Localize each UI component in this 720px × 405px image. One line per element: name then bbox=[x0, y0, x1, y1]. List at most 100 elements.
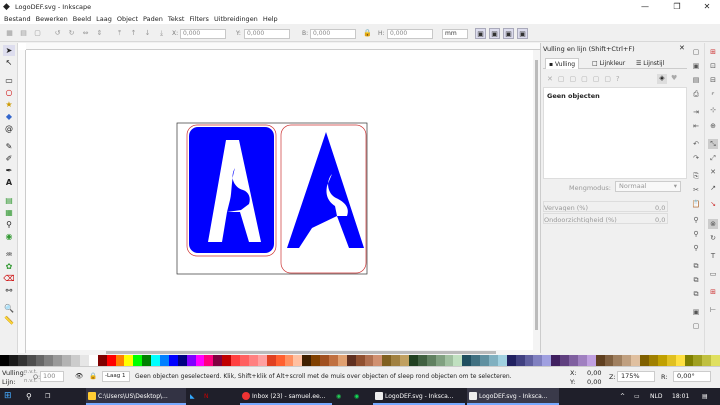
raise-to-top-icon[interactable]: ⤒ bbox=[114, 28, 125, 39]
pencil-tool-icon[interactable]: ✐ bbox=[3, 153, 15, 164]
palette-swatch[interactable] bbox=[240, 355, 249, 366]
unlink-clone-icon[interactable]: ⧉ bbox=[691, 289, 701, 299]
menu-tekst[interactable]: Tekst bbox=[168, 15, 185, 23]
palette-swatch[interactable] bbox=[44, 355, 54, 366]
transform-patterns-icon[interactable]: ▣ bbox=[517, 28, 528, 39]
palette-swatch[interactable] bbox=[257, 355, 267, 366]
palette-swatch[interactable] bbox=[35, 355, 45, 366]
palette-swatch[interactable] bbox=[133, 355, 143, 366]
zoom-page-icon[interactable]: ⚲ bbox=[691, 243, 701, 253]
unit-select[interactable]: mm bbox=[442, 29, 468, 39]
taskbar-item-chrome[interactable]: Inbox (23) - samuel.ee... bbox=[240, 388, 332, 405]
save-icon[interactable]: ▤ bbox=[691, 75, 701, 85]
tab-vulling[interactable]: ▪ Vulling bbox=[545, 58, 580, 69]
selector-tool-icon[interactable]: ➤ bbox=[3, 45, 15, 56]
palette-swatch[interactable] bbox=[213, 355, 223, 366]
palette-swatch[interactable] bbox=[400, 355, 409, 366]
gradient-tool-icon[interactable]: ▤ bbox=[3, 195, 15, 206]
notifications-icon[interactable]: ▤ bbox=[702, 388, 708, 405]
zoom-selection-icon[interactable]: ⚲ bbox=[691, 215, 701, 225]
menu-uitbreidingen[interactable]: Uitbreidingen bbox=[214, 15, 258, 23]
raise-icon[interactable]: ↑ bbox=[128, 28, 139, 39]
palette-swatch[interactable] bbox=[160, 355, 169, 366]
palette-swatch[interactable] bbox=[168, 355, 178, 366]
palette-swatch[interactable] bbox=[577, 355, 587, 366]
palette-swatch[interactable] bbox=[231, 355, 241, 366]
palette-swatch[interactable] bbox=[8, 355, 18, 366]
close-button[interactable]: ✕ bbox=[692, 0, 720, 13]
flip-vertical-icon[interactable]: ⇕ bbox=[94, 28, 105, 39]
vertical-scrollbar[interactable] bbox=[533, 50, 540, 353]
blend-mode-select[interactable]: Normaal ▾ bbox=[615, 181, 681, 192]
palette-swatch[interactable] bbox=[328, 355, 338, 366]
netflix-icon[interactable]: N bbox=[204, 388, 209, 405]
palette-swatch[interactable] bbox=[53, 355, 63, 366]
lower-icon[interactable]: ↓ bbox=[142, 28, 153, 39]
rotate-cw-icon[interactable]: ↻ bbox=[66, 28, 77, 39]
menu-object[interactable]: Object bbox=[117, 15, 138, 23]
palette-swatch[interactable] bbox=[435, 355, 445, 366]
scale-stroke-icon[interactable]: ▣ bbox=[475, 28, 486, 39]
palette-swatch[interactable] bbox=[462, 355, 472, 366]
dropper-tool-icon[interactable]: ⚲ bbox=[3, 219, 15, 230]
palette-swatch[interactable] bbox=[702, 355, 712, 366]
tweak-tool-icon[interactable]: ♒ bbox=[3, 249, 15, 260]
palette-swatch[interactable] bbox=[604, 355, 614, 366]
opacity-field[interactable]: 100 bbox=[40, 371, 64, 382]
snap-paths-icon[interactable]: ⤢ bbox=[708, 153, 718, 163]
maximize-button[interactable]: ❐ bbox=[662, 0, 692, 13]
palette-swatch[interactable] bbox=[124, 355, 134, 366]
taskbar-item-inkscape-2[interactable]: LogoDEF.svg - Inksca... bbox=[467, 388, 559, 405]
palette-swatch[interactable] bbox=[569, 355, 578, 366]
zoom-drawing-icon[interactable]: ⚲ bbox=[691, 229, 701, 239]
connector-tool-icon[interactable]: ⚯ bbox=[3, 285, 15, 296]
palette-swatch[interactable] bbox=[640, 355, 650, 366]
palette-swatch[interactable] bbox=[97, 355, 107, 366]
palette-swatch[interactable] bbox=[266, 355, 276, 366]
palette-swatch[interactable] bbox=[115, 355, 125, 366]
palette-swatch[interactable] bbox=[26, 355, 36, 366]
calligraphy-tool-icon[interactable]: ✒ bbox=[3, 165, 15, 176]
palette-swatch[interactable] bbox=[293, 355, 303, 366]
new-document-icon[interactable]: ▢ bbox=[691, 47, 701, 57]
language-indicator[interactable]: NLD bbox=[650, 388, 662, 405]
clock[interactable]: 18:01 bbox=[672, 388, 689, 405]
snap-guide-icon[interactable]: ⊢ bbox=[708, 305, 718, 315]
snap-bbox-icon[interactable]: ⊡ bbox=[708, 61, 718, 71]
tab-lijnkleur[interactable]: □ Lijnkleur bbox=[589, 58, 628, 69]
eraser-tool-icon[interactable]: ⌫ bbox=[3, 273, 15, 284]
palette-swatch[interactable] bbox=[186, 355, 196, 366]
select-all-icon[interactable]: ▦ bbox=[4, 28, 15, 39]
snap-corners-icon[interactable]: ⌜ bbox=[708, 91, 718, 101]
palette-swatch[interactable] bbox=[204, 355, 214, 366]
palette-swatch[interactable] bbox=[506, 355, 516, 366]
palette-swatch[interactable] bbox=[515, 355, 525, 366]
palette-swatch[interactable] bbox=[320, 355, 329, 366]
palette-swatch[interactable] bbox=[613, 355, 623, 366]
snap-centers-icon[interactable]: ⊕ bbox=[708, 121, 718, 131]
menu-help[interactable]: Help bbox=[263, 15, 278, 23]
undo-icon[interactable]: ↶ bbox=[691, 139, 701, 149]
task-view-icon[interactable]: ❐ bbox=[45, 388, 50, 405]
minimize-button[interactable]: — bbox=[630, 0, 660, 13]
palette-swatch[interactable] bbox=[355, 355, 365, 366]
tray-chevron-icon[interactable]: ^ bbox=[620, 388, 625, 405]
lock-ratio-icon[interactable]: 🔒 bbox=[362, 28, 373, 39]
palette-swatch[interactable] bbox=[471, 355, 481, 366]
palette-swatch[interactable] bbox=[666, 355, 676, 366]
whatsapp-icon[interactable]: ◉ bbox=[336, 388, 341, 405]
menu-bestand[interactable]: Bestand bbox=[4, 15, 31, 23]
palette-swatch[interactable] bbox=[382, 355, 392, 366]
redo-icon[interactable]: ↷ bbox=[691, 153, 701, 163]
menu-filters[interactable]: Filters bbox=[189, 15, 208, 23]
swatch-icon[interactable]: ◈ bbox=[657, 74, 667, 84]
palette-swatch[interactable] bbox=[373, 355, 383, 366]
palette-swatch[interactable] bbox=[524, 355, 534, 366]
palette-swatch[interactable] bbox=[62, 355, 72, 366]
transform-gradients-icon[interactable]: ▣ bbox=[503, 28, 514, 39]
color-palette[interactable] bbox=[0, 355, 720, 366]
palette-swatch[interactable] bbox=[391, 355, 401, 366]
palette-swatch[interactable] bbox=[408, 355, 418, 366]
heart-icon[interactable]: ♥ bbox=[671, 74, 677, 82]
spiral-tool-icon[interactable]: @ bbox=[3, 123, 15, 134]
